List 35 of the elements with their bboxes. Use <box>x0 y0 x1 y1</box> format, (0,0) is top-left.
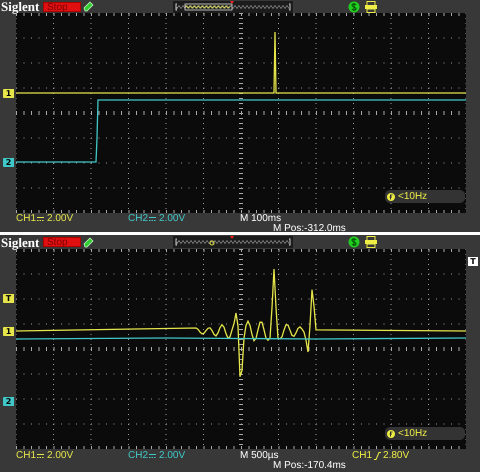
horizontal-position: M Pos:-170.4ms <box>273 461 347 471</box>
timebase-label: M 100ms <box>240 214 282 224</box>
channel-scale-name: CH2 <box>128 451 148 461</box>
channel-marker: 1 <box>3 327 14 336</box>
channel-scale-name: CH1 <box>16 451 36 461</box>
trigger-position-marker: T <box>468 257 478 266</box>
channel-marker: 1 <box>3 89 14 98</box>
channel-scale-name: CH1 <box>16 214 36 224</box>
printer-icon <box>364 236 378 248</box>
brand-label: Siglent <box>1 0 40 13</box>
frequency-reading: <10Hz <box>398 428 428 438</box>
dc-coupling-icon <box>37 453 44 459</box>
channel-scale: 2.00V <box>159 214 186 224</box>
dollar-icon <box>347 236 361 248</box>
timebase-label: M 500µs <box>240 451 280 461</box>
rising-edge-icon <box>374 452 382 460</box>
trigger-level-marker: T <box>3 294 14 303</box>
channel-scale-name: CH2 <box>128 214 148 224</box>
channel-scale: 2.00V <box>47 451 74 461</box>
trigger-level: 2.80V <box>383 451 410 461</box>
brand-label: Siglent <box>1 236 40 248</box>
run-status-badge[interactable]: Stop <box>43 237 81 247</box>
printer-icon <box>364 0 378 12</box>
channel-marker: 2 <box>3 397 14 406</box>
dc-coupling-icon <box>149 453 156 459</box>
dc-coupling-icon <box>149 216 156 222</box>
channel-scale: 2.00V <box>159 451 186 461</box>
dc-coupling-icon <box>37 216 44 222</box>
run-status-badge[interactable]: Stop <box>43 2 81 12</box>
frequency-reading: <10Hz <box>398 192 428 202</box>
horizontal-position: M Pos:-312.0ms <box>273 224 347 234</box>
channel-scale: 2.00V <box>47 214 74 224</box>
channel-marker: 2 <box>3 158 14 167</box>
dollar-icon <box>347 0 361 12</box>
trigger-source: CH1 <box>352 451 372 461</box>
